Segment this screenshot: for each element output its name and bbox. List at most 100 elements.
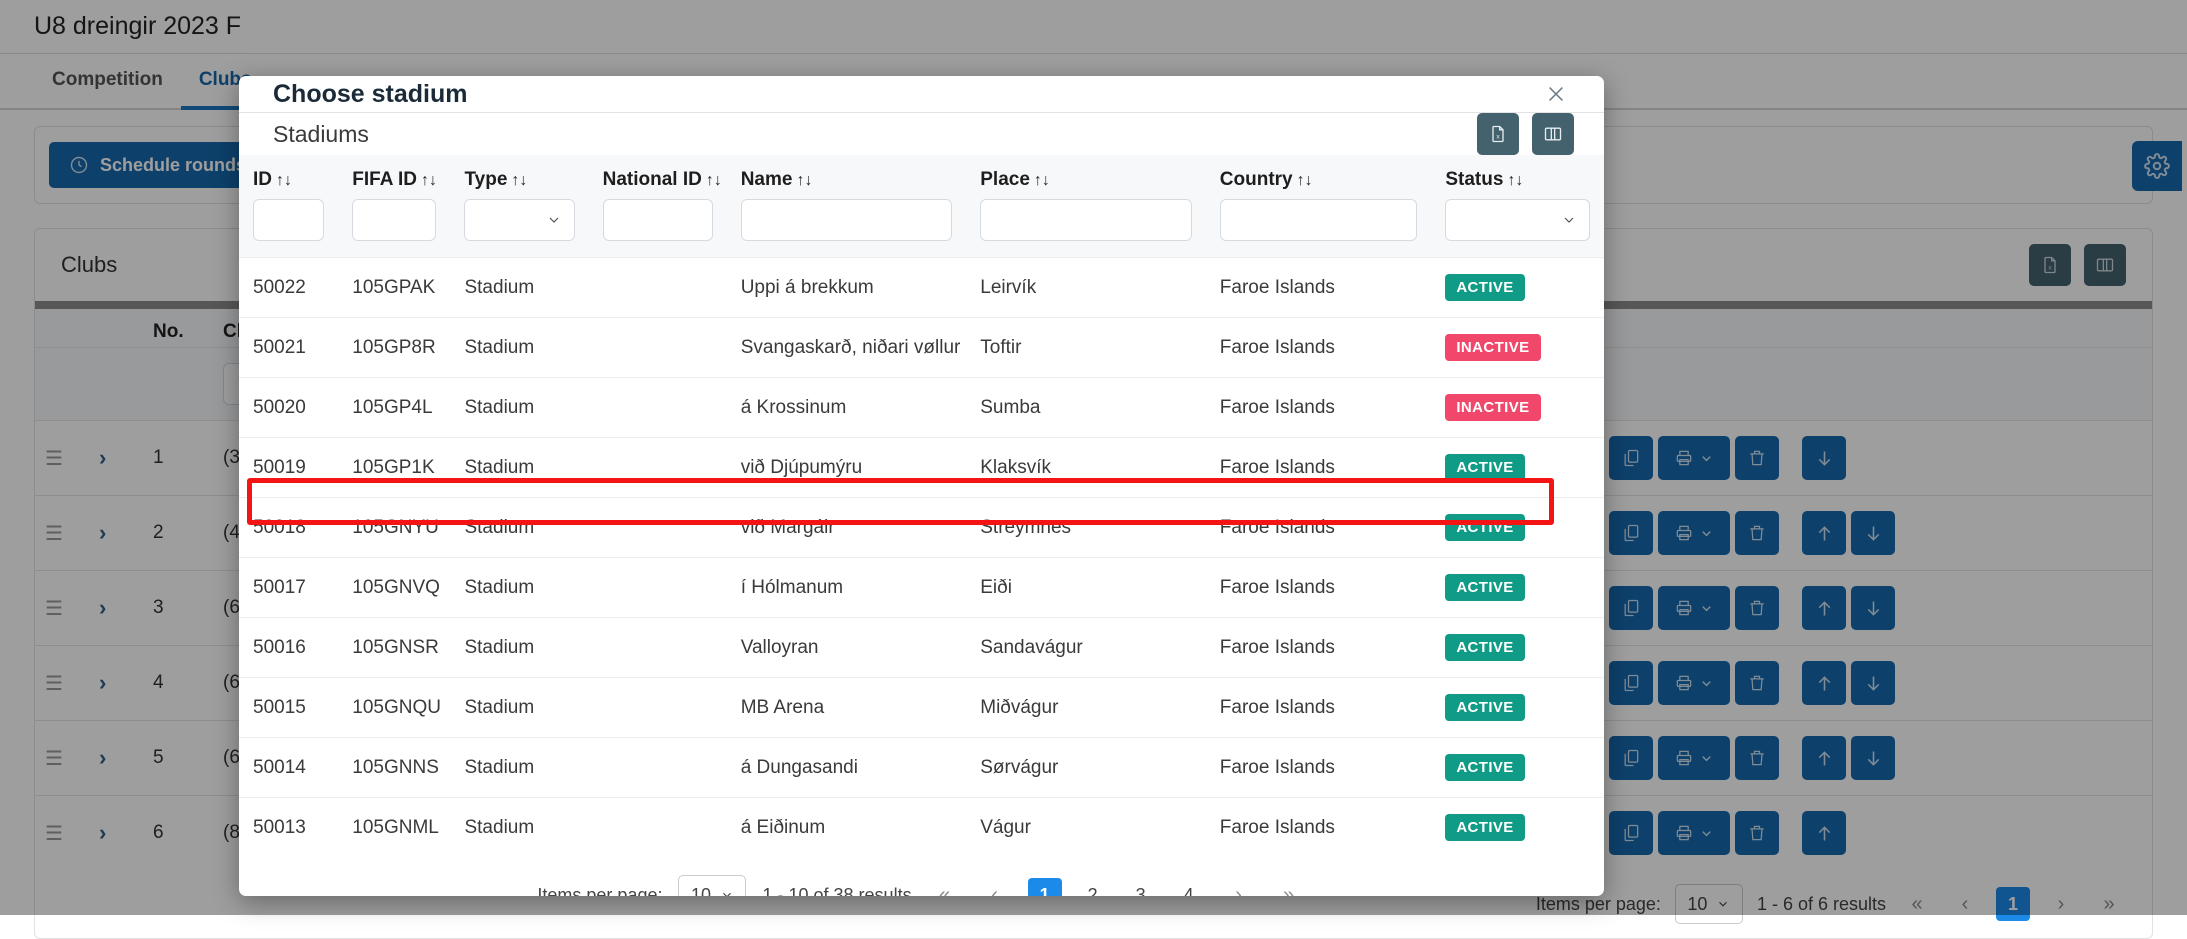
column-label: ID (253, 169, 272, 190)
stadiums-items-per-page-select[interactable]: 10 (678, 875, 746, 896)
cell-national-id (589, 258, 727, 318)
sort-toggle-icon[interactable]: ↑↓ (276, 172, 292, 189)
sort-toggle-icon[interactable]: ↑↓ (1297, 172, 1313, 189)
cell-type: Stadium (450, 378, 588, 438)
cell-status: ACTIVE (1431, 558, 1604, 618)
sort-toggle-icon[interactable]: ↑↓ (706, 172, 722, 189)
table-row[interactable]: 50019105GP1KStadiumvið DjúpumýruKlaksvík… (239, 438, 1604, 498)
stadiums-page-3[interactable]: 3 (1124, 878, 1158, 896)
cell-fifa-id: 105GP8R (338, 318, 450, 378)
filter-input-id[interactable] (253, 199, 324, 241)
cell-country: Faroe Islands (1206, 798, 1432, 858)
stadiums-page-first[interactable]: « (928, 878, 962, 896)
cell-id: 50021 (239, 318, 338, 378)
table-row[interactable]: 50015105GNQUStadiumMB ArenaMiðvágurFaroe… (239, 678, 1604, 738)
stadiums-page-2[interactable]: 2 (1076, 878, 1110, 896)
cell-id: 50016 (239, 618, 338, 678)
cell-status: ACTIVE (1431, 438, 1604, 498)
stadiums-columns-button[interactable] (1532, 113, 1574, 155)
cell-id: 50019 (239, 438, 338, 498)
filter-input-country[interactable] (1220, 199, 1418, 241)
table-row[interactable]: 50022105GPAKStadiumUppi á brekkumLeirvík… (239, 258, 1604, 318)
status-badge: ACTIVE (1445, 814, 1524, 841)
cell-country: Faroe Islands (1206, 558, 1432, 618)
stadiums-page-last[interactable]: » (1272, 878, 1306, 896)
cell-id: 50020 (239, 378, 338, 438)
status-badge: ACTIVE (1445, 634, 1524, 661)
table-row[interactable]: 50021105GP8RStadiumSvangaskarð, niðari v… (239, 318, 1604, 378)
cell-fifa-id: 105GNVQ (338, 558, 450, 618)
cell-country: Faroe Islands (1206, 498, 1432, 558)
table-row[interactable]: 50013105GNMLStadiumá EiðinumVágurFaroe I… (239, 798, 1604, 858)
filter-cell-country (1206, 197, 1432, 258)
cell-type: Stadium (450, 498, 588, 558)
filter-select-status[interactable] (1445, 199, 1590, 241)
cell-type: Stadium (450, 258, 588, 318)
filter-cell-place (966, 197, 1206, 258)
cell-country: Faroe Islands (1206, 678, 1432, 738)
cell-place: Sandavágur (966, 618, 1206, 678)
cell-fifa-id: 105GNQU (338, 678, 450, 738)
filter-input-national-id[interactable] (603, 199, 713, 241)
stadiums-export-button[interactable]: x (1477, 113, 1519, 155)
sort-toggle-icon[interactable]: ↑↓ (421, 172, 437, 189)
dialog-header: Choose stadium (239, 76, 1604, 113)
cell-type: Stadium (450, 738, 588, 798)
cell-fifa-id: 105GP1K (338, 438, 450, 498)
dialog-close-button[interactable] (1538, 76, 1574, 112)
stadiums-th-fifa-id[interactable]: FIFA ID↑↓ (338, 155, 450, 197)
cell-country: Faroe Islands (1206, 618, 1432, 678)
cell-name: við Margáir (727, 498, 967, 558)
sort-toggle-icon[interactable]: ↑↓ (1507, 172, 1523, 189)
filter-input-place[interactable] (980, 199, 1192, 241)
cell-id: 50015 (239, 678, 338, 738)
stadiums-page-1[interactable]: 1 (1028, 878, 1062, 896)
cell-place: Streymnes (966, 498, 1206, 558)
cell-place: Klaksvík (966, 438, 1206, 498)
cell-name: á Krossinum (727, 378, 967, 438)
sort-toggle-icon[interactable]: ↑↓ (511, 172, 527, 189)
cell-status: ACTIVE (1431, 618, 1604, 678)
stadiums-page-prev[interactable]: ‹ (978, 878, 1012, 896)
cell-name: MB Arena (727, 678, 967, 738)
status-badge: ACTIVE (1445, 274, 1524, 301)
sort-toggle-icon[interactable]: ↑↓ (796, 172, 812, 189)
choose-stadium-dialog: Choose stadium Stadiums x (239, 76, 1604, 896)
cell-fifa-id: 105GNYU (338, 498, 450, 558)
stadiums-th-name[interactable]: Name↑↓ (727, 155, 967, 197)
stadiums-th-place[interactable]: Place↑↓ (966, 155, 1206, 197)
sort-toggle-icon[interactable]: ↑↓ (1034, 172, 1050, 189)
cell-fifa-id: 105GNNS (338, 738, 450, 798)
status-badge: ACTIVE (1445, 454, 1524, 481)
chevron-down-icon (546, 212, 562, 228)
cell-name: á Eiðinum (727, 798, 967, 858)
stadiums-th-country[interactable]: Country↑↓ (1206, 155, 1432, 197)
cell-country: Faroe Islands (1206, 738, 1432, 798)
stadiums-page-4[interactable]: 4 (1172, 878, 1206, 896)
filter-input-fifa-id[interactable] (352, 199, 436, 241)
stadiums-th-type[interactable]: Type↑↓ (450, 155, 588, 197)
chevron-down-icon (1561, 212, 1577, 228)
stadiums-th-id[interactable]: ID↑↓ (239, 155, 338, 197)
stadiums-th-status[interactable]: Status↑↓ (1431, 155, 1604, 197)
filter-select-type[interactable] (464, 199, 574, 241)
table-row[interactable]: 50016105GNSRStadiumValloyranSandavágurFa… (239, 618, 1604, 678)
table-row[interactable]: 50018105GNYUStadiumvið MargáirStreymnesF… (239, 498, 1604, 558)
chevron-down-icon (720, 888, 734, 896)
stadiums-th-national-id[interactable]: National ID↑↓ (589, 155, 727, 197)
table-row[interactable]: 50020105GP4LStadiumá KrossinumSumbaFaroe… (239, 378, 1604, 438)
cell-national-id (589, 438, 727, 498)
filter-input-name[interactable] (741, 199, 953, 241)
svg-text:x: x (1496, 134, 1500, 141)
cell-national-id (589, 498, 727, 558)
cell-place: Eiði (966, 558, 1206, 618)
stadiums-items-per-page-label: Items per page: (537, 885, 662, 897)
table-row[interactable]: 50017105GNVQStadiumí HólmanumEiðiFaroe I… (239, 558, 1604, 618)
table-row[interactable]: 50014105GNNSStadiumá DungasandiSørvágurF… (239, 738, 1604, 798)
cell-country: Faroe Islands (1206, 438, 1432, 498)
cell-national-id (589, 798, 727, 858)
status-badge: INACTIVE (1445, 334, 1540, 361)
column-label: Name (741, 169, 793, 190)
stadiums-page-next[interactable]: › (1222, 878, 1256, 896)
cell-id: 50014 (239, 738, 338, 798)
